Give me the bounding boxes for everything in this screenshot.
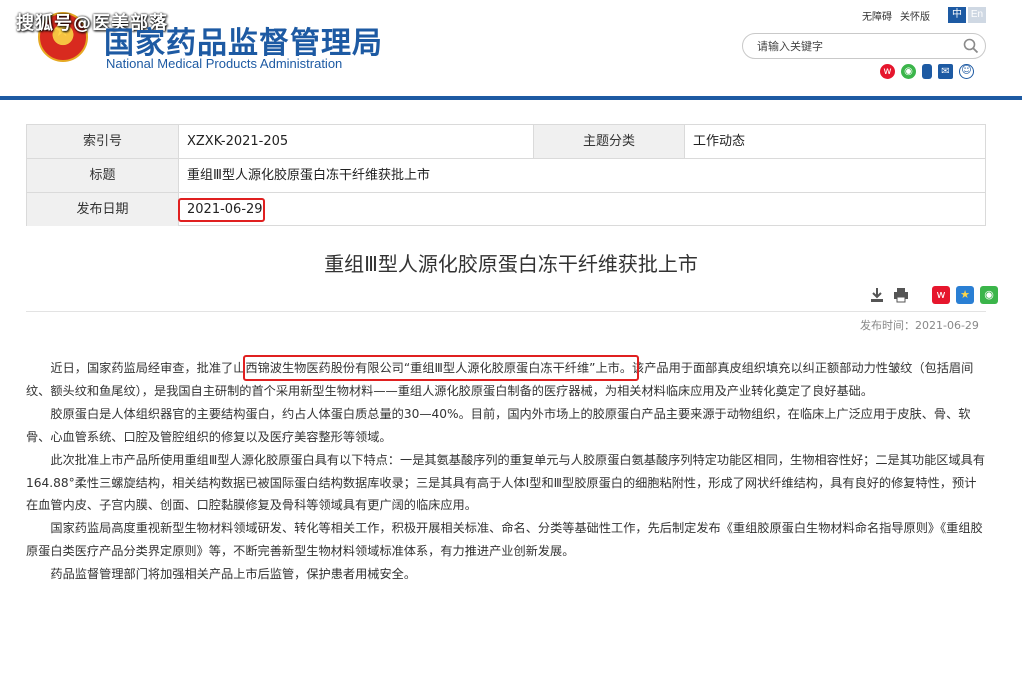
category-value: 工作动态 bbox=[693, 134, 746, 149]
index-value: XZXK-2021-205 bbox=[187, 134, 289, 149]
date-label: 发布日期 bbox=[27, 193, 179, 226]
article-paragraph: 药品监督管理部门将加强相关产品上市后监管，保护患者用械安全。 bbox=[50, 567, 417, 582]
article-paragraph: 国家药监局高度重视新型生物材料领域研发、转化等相关工作，积极开展相关标准、命名、… bbox=[26, 521, 983, 559]
metadata-row-index: 索引号 XZXK-2021-205 主题分类 工作动态 bbox=[27, 125, 985, 159]
language-switch: 中 En bbox=[948, 7, 986, 23]
mail-icon[interactable]: ✉ bbox=[938, 64, 953, 79]
category-label: 主题分类 bbox=[533, 125, 685, 158]
metadata-row-date: 发布日期 2021-06-29 bbox=[27, 193, 985, 227]
mobile-icon[interactable] bbox=[922, 64, 932, 79]
metadata-row-title: 标题 重组Ⅲ型人源化胶原蛋白冻干纤维获批上市 bbox=[27, 159, 985, 193]
wechat-icon[interactable]: ◉ bbox=[901, 64, 916, 79]
company-highlight-box bbox=[243, 355, 639, 381]
lang-cn-button[interactable]: 中 bbox=[948, 7, 966, 23]
index-label: 索引号 bbox=[27, 125, 179, 158]
title-label: 标题 bbox=[27, 159, 179, 192]
article-paragraph: 此次批准上市产品所使用重组Ⅲ型人源化胶原蛋白具有以下特点：一是其氨基酸序列的重复… bbox=[26, 452, 986, 513]
header-divider bbox=[0, 96, 1022, 100]
social-links: w ◉ ✉ ☺ bbox=[880, 64, 974, 79]
search-icon[interactable] bbox=[963, 38, 979, 54]
article-body: 近日，国家药监局经审查，批准了山西锦波生物医药股份有限公司“重组Ⅲ型人源化胶原蛋… bbox=[26, 357, 986, 586]
site-header: 搜狐号@医美部落 国家药品监督管理局 National Medical Prod… bbox=[0, 0, 1022, 96]
site-logo-en[interactable]: National Medical Products Administration bbox=[106, 56, 342, 71]
accessibility-link[interactable]: 无障碍 bbox=[862, 8, 892, 23]
share-qzone-icon[interactable]: ★ bbox=[956, 286, 974, 304]
care-mode-link[interactable]: 关怀版 bbox=[900, 8, 930, 23]
date-value: 2021-06-29 bbox=[187, 202, 263, 217]
weibo-icon[interactable]: w bbox=[880, 64, 895, 79]
article-divider bbox=[26, 311, 986, 312]
search-input[interactable] bbox=[757, 38, 953, 55]
article-tools: w ★ ◉ bbox=[868, 286, 998, 304]
article-title: 重组Ⅲ型人源化胶原蛋白冻干纤维获批上市 bbox=[324, 252, 698, 276]
lang-en-button[interactable]: En bbox=[968, 7, 986, 23]
print-icon[interactable] bbox=[892, 286, 910, 304]
share-wechat-icon[interactable]: ◉ bbox=[980, 286, 998, 304]
article-paragraph: 胶原蛋白是人体组织器官的主要结构蛋白，约占人体蛋白质总量的30—40%。目前，国… bbox=[26, 406, 971, 444]
publish-time: 发布时间：2021-06-29 bbox=[860, 319, 979, 332]
share-weibo-icon[interactable]: w bbox=[932, 286, 950, 304]
title-value: 重组Ⅲ型人源化胶原蛋白冻干纤维获批上市 bbox=[187, 168, 430, 183]
top-links: 无障碍 关怀版 bbox=[862, 8, 930, 23]
user-icon[interactable]: ☺ bbox=[959, 64, 974, 79]
download-icon[interactable] bbox=[868, 286, 886, 304]
search-box bbox=[742, 33, 986, 59]
date-highlight-box bbox=[178, 198, 265, 222]
metadata-table: 索引号 XZXK-2021-205 主题分类 工作动态 标题 重组Ⅲ型人源化胶原… bbox=[26, 124, 986, 226]
